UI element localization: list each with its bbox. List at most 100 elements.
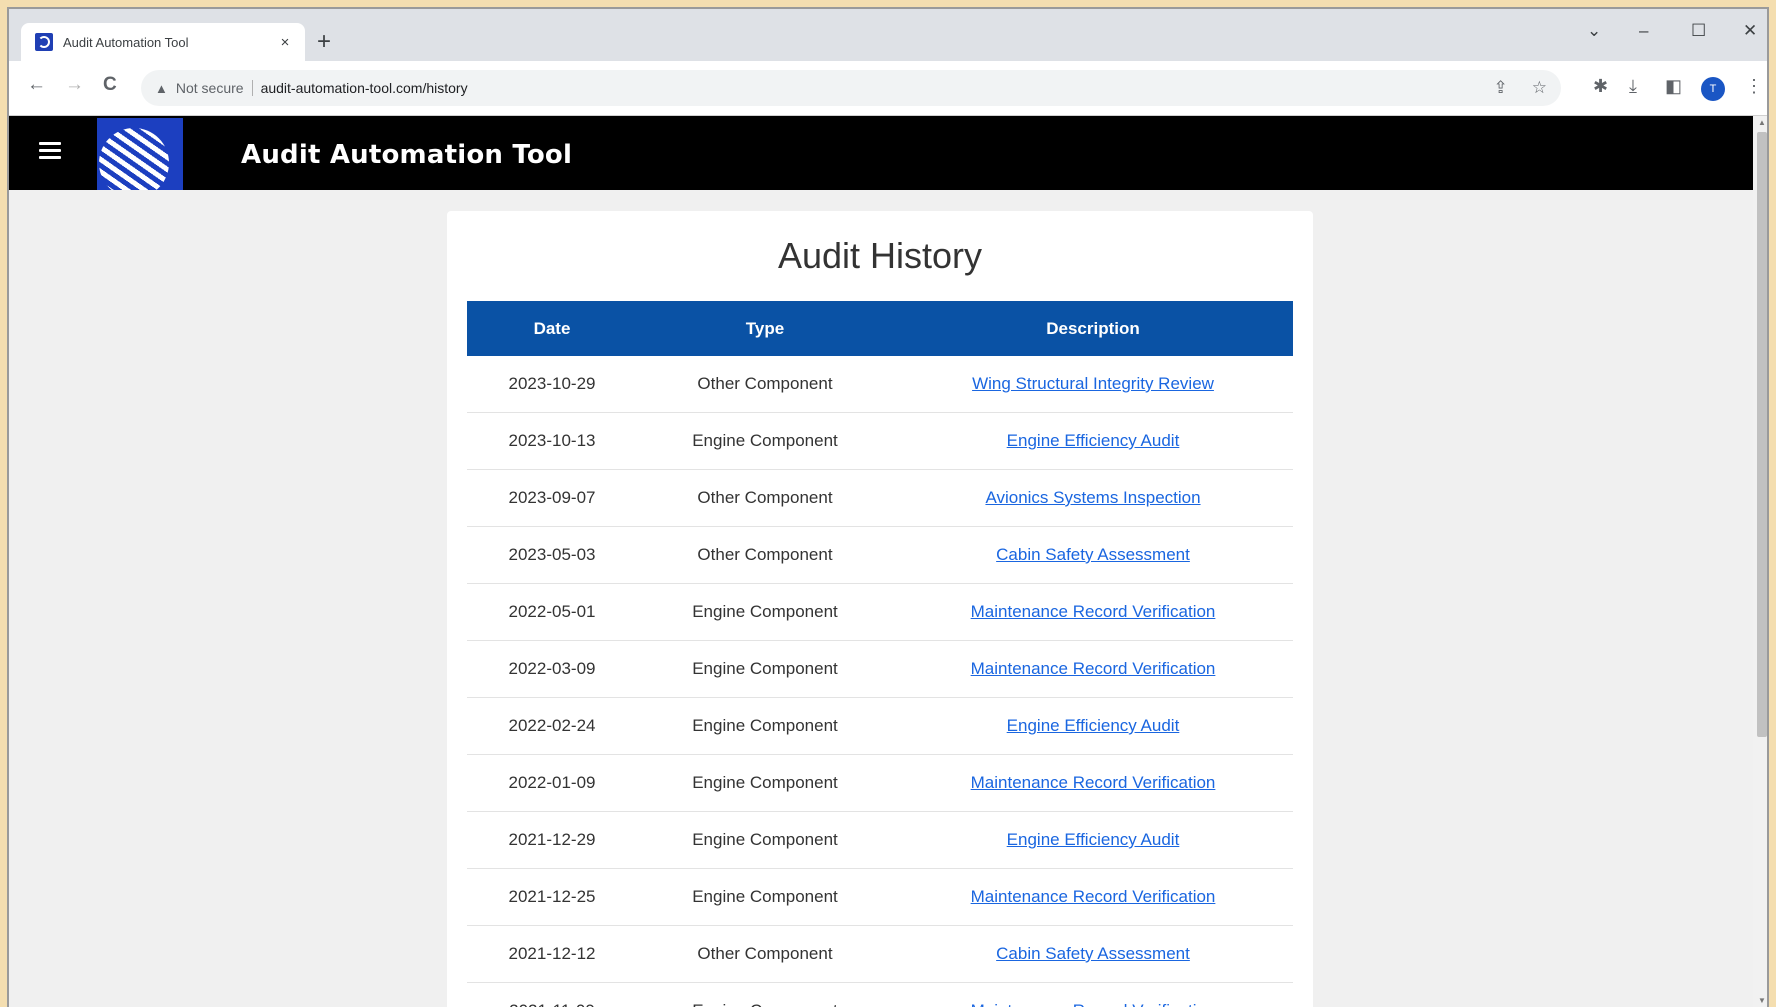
close-icon[interactable]: × [273, 34, 297, 51]
table-row: 2022-01-09 Engine Component Maintenance Re… [467, 755, 1293, 812]
tab-title: Audit Automation Tool [63, 34, 189, 50]
cell-description: Maintenance Record Verification [893, 602, 1293, 622]
browser-tab[interactable]: Audit Automation Tool × [21, 23, 305, 61]
column-header-description: Description [1046, 318, 1140, 338]
cell-date: 2022-01-09 [508, 773, 596, 792]
profile-avatar[interactable]: T [1701, 77, 1725, 101]
favicon-icon [35, 33, 53, 51]
cell-date: 2023-10-13 [508, 431, 596, 450]
cell-description: Maintenance Record Verification [893, 887, 1293, 907]
app-header: Audit Automation Tool [9, 116, 1753, 190]
table-row: 2022-05-01 Engine Component Maintenance Re… [467, 584, 1293, 641]
table-row: 2021-12-25 Engine Component Maintenance Re… [467, 869, 1293, 926]
cell-type: Engine Component [692, 716, 838, 735]
cell-description: Cabin Safety Assessment [893, 944, 1293, 964]
cell-type: Engine Component [692, 431, 838, 450]
cell-description: Engine Efficiency Audit [893, 431, 1293, 451]
description-link[interactable]: Maintenance Record Verification [971, 887, 1216, 906]
new-tab-button[interactable]: + [317, 30, 331, 54]
description-link[interactable]: Maintenance Record Verification [971, 659, 1216, 678]
scrollbar[interactable]: ▲ ▼ [1753, 116, 1767, 1007]
description-link[interactable]: Maintenance Record Verification [971, 773, 1216, 792]
description-link[interactable]: Cabin Safety Assessment [996, 545, 1190, 564]
cell-description: Maintenance Record Verification [893, 773, 1293, 793]
cell-description: Engine Efficiency Audit [893, 830, 1293, 850]
scroll-up-icon[interactable]: ▲ [1758, 118, 1766, 127]
menu-icon[interactable]: ⋮ [1745, 76, 1763, 96]
cell-date: 2022-03-09 [508, 659, 596, 678]
cell-date: 2023-05-03 [508, 545, 596, 564]
globe-icon [99, 128, 169, 190]
description-link[interactable]: Engine Efficiency Audit [1007, 830, 1180, 849]
star-icon[interactable]: ☆ [1532, 78, 1547, 98]
description-link[interactable]: Wing Structural Integrity Review [972, 374, 1214, 393]
cell-type: Other Component [697, 545, 833, 564]
cell-description: Engine Efficiency Audit [893, 716, 1293, 736]
table-row: 2022-03-09 Engine Component Maintenance Re… [467, 641, 1293, 698]
description-link[interactable]: Cabin Safety Assessment [996, 944, 1190, 963]
description-link[interactable]: Maintenance Record Verification [971, 602, 1216, 621]
scroll-down-icon[interactable]: ▼ [1758, 996, 1766, 1005]
logo [97, 118, 183, 190]
tab-strip: Audit Automation Tool × + ⌄ – ☐ ✕ [9, 9, 1767, 61]
omnibox-actions: ⇪ ☆ [1494, 78, 1548, 98]
page-viewport: Audit Automation Tool Audit History Date… [9, 116, 1753, 1007]
app-title: Audit Automation Tool [241, 140, 573, 170]
security-label[interactable]: Not secure [176, 80, 244, 96]
cell-type: Engine Component [692, 659, 838, 678]
back-icon[interactable]: ← [27, 75, 46, 95]
audit-table: Date Type Description 2023-10-29 Other Co… [467, 301, 1293, 1007]
description-link[interactable]: Engine Efficiency Audit [1007, 431, 1180, 450]
page-title: Audit History [777, 235, 983, 276]
description-link[interactable]: Engine Efficiency Audit [1007, 716, 1180, 735]
reload-icon[interactable]: C [103, 75, 117, 95]
cell-description: Avionics Systems Inspection [893, 488, 1293, 508]
browser-window: Audit Automation Tool × + ⌄ – ☐ ✕ ← → C … [7, 7, 1769, 1007]
hamburger-icon[interactable] [39, 142, 61, 163]
description-link[interactable]: Maintenance Record Verification [971, 1001, 1216, 1007]
warning-icon: ▲ [155, 80, 168, 96]
table-body: 2023-10-29 Other Component Wing Structural… [467, 356, 1293, 1007]
cell-date: 2023-10-29 [508, 374, 596, 393]
cell-date: 2021-12-29 [508, 830, 596, 849]
cell-description: Maintenance Record Verification [893, 659, 1293, 679]
close-window-button[interactable]: ✕ [1743, 21, 1757, 41]
sidepanel-icon[interactable]: ◧ [1665, 76, 1682, 96]
cell-date: 2022-02-24 [508, 716, 596, 735]
scroll-thumb[interactable] [1757, 132, 1767, 737]
cell-type: Engine Component [692, 602, 838, 621]
table-row: 2021-12-29 Engine Component Engine Efficie… [467, 812, 1293, 869]
cell-type: Other Component [697, 488, 833, 507]
column-header-type: Type [745, 318, 785, 338]
column-header-date: Date [533, 318, 571, 338]
cell-description: Maintenance Record Verification [893, 1001, 1293, 1007]
table-row: 2021-12-12 Other Component Cabin Safety As… [467, 926, 1293, 983]
separator [251, 80, 253, 96]
cell-description: Cabin Safety Assessment [893, 545, 1293, 565]
description-link[interactable]: Avionics Systems Inspection [985, 488, 1200, 507]
table-row: 2023-09-07 Other Component Avionics System… [467, 470, 1293, 527]
table-header: Date Type Description [467, 301, 1293, 356]
tab-search-icon[interactable]: ⌄ [1587, 21, 1601, 41]
cell-type: Engine Component [692, 773, 838, 792]
cell-type: Engine Component [637, 1001, 893, 1007]
minimize-button[interactable]: – [1639, 21, 1648, 41]
table-row: 2021-11-09Engine Component Maintenance Re… [467, 983, 1293, 1007]
table-row: 2023-05-03 Other Component Cabin Safety As… [467, 527, 1293, 584]
share-icon[interactable]: ⇪ [1494, 78, 1508, 98]
cell-type: Other Component [697, 944, 833, 963]
history-card: Audit History Date Type Description 2023… [447, 211, 1313, 1007]
download-icon[interactable]: ⤓ [1629, 76, 1637, 96]
forward-icon[interactable]: → [65, 75, 84, 95]
table-row: 2022-02-24 Engine Component Engine Efficie… [467, 698, 1293, 755]
cell-type: Engine Component [692, 830, 838, 849]
extensions-icon[interactable]: ✱ [1593, 76, 1608, 96]
cell-type: Engine Component [692, 887, 838, 906]
table-row: 2023-10-29 Other Component Wing Structural… [467, 356, 1293, 413]
address-bar[interactable]: ▲ Not secure audit-automation-tool.com/h… [141, 70, 1561, 106]
cell-description: Wing Structural Integrity Review [893, 374, 1293, 394]
maximize-button[interactable]: ☐ [1691, 21, 1706, 41]
cell-date: 2023-09-07 [508, 488, 596, 507]
url-text[interactable]: audit-automation-tool.com/history [261, 80, 468, 96]
cell-date: 2021-12-12 [508, 944, 596, 963]
